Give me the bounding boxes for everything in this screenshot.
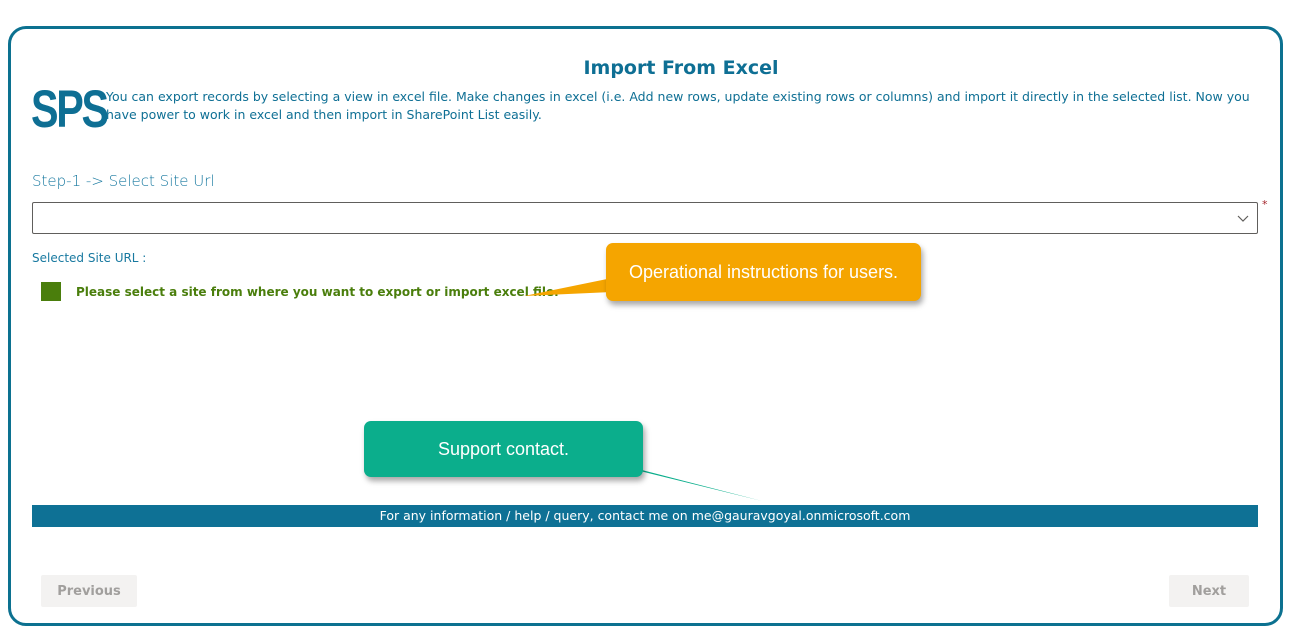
required-marker: * (1262, 198, 1268, 211)
select-site-message: Please select a site from where you want… (76, 285, 559, 299)
chevron-down-icon[interactable] (1237, 212, 1249, 224)
page-title: Import From Excel (583, 57, 779, 79)
next-button[interactable]: Next (1169, 575, 1249, 607)
intro-text: You can export records by selecting a vi… (106, 89, 1250, 122)
support-contact-bar: For any information / help / query, cont… (32, 505, 1258, 527)
status-indicator (41, 282, 61, 301)
support-contact-text: For any information / help / query, cont… (379, 508, 911, 523)
selected-site-url-label: Selected Site URL : (32, 251, 147, 265)
sps-logo: SPS (31, 80, 109, 139)
logo-text: SPS (31, 80, 109, 139)
step1-label: Step-1 -> Select Site Url (32, 172, 215, 190)
support-callout-text: Support contact. (437, 438, 570, 459)
site-url-dropdown[interactable] (32, 202, 1258, 234)
support-contact-callout: Support contact. (364, 421, 643, 477)
operational-instructions-callout: Operational instructions for users. (606, 243, 921, 301)
operational-callout-text: Operational instructions for users. (628, 261, 899, 282)
previous-button[interactable]: Previous (41, 575, 137, 607)
